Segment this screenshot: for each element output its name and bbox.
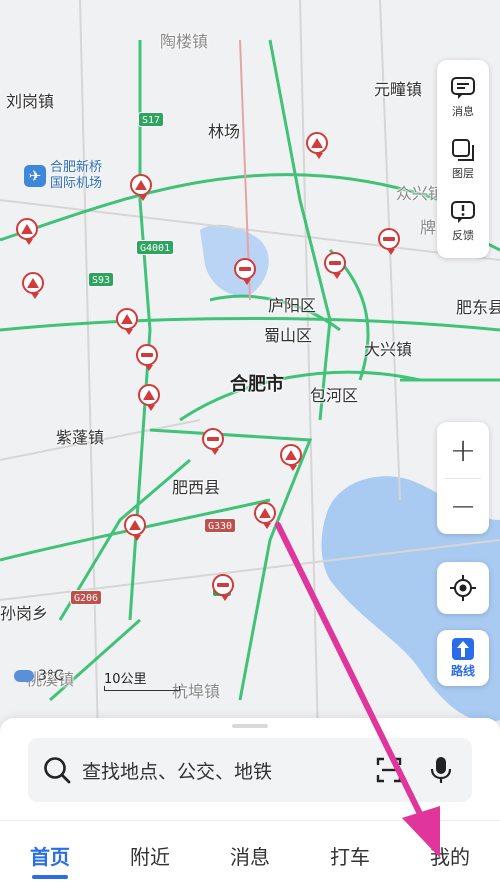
construction-alert-icon[interactable] [22,272,44,299]
road-closed-icon[interactable] [234,258,256,285]
construction-alert-icon[interactable] [130,174,152,201]
layers-label: 图层 [452,166,474,180]
search-bar[interactable]: 查找地点、公交、地铁 [28,738,472,802]
layers-button[interactable]: 图层 [437,128,489,190]
construction-alert-icon[interactable] [254,502,276,529]
message-icon [451,76,475,99]
tab-messages[interactable]: 消息 [200,821,300,889]
road-closed-icon[interactable] [202,428,224,455]
search-icon [44,757,71,784]
place-label: 刘岗镇 [6,92,55,111]
route-label: 路线 [450,663,475,678]
scale-label: 10公里 [104,672,147,687]
place-label: 陶楼镇 [160,32,209,51]
tab-nearby[interactable]: 附近 [100,821,200,889]
place-label: 大兴镇 [364,340,413,359]
zoom-in-button[interactable]: + [437,422,489,478]
crosshair-icon [450,575,476,601]
road-closed-icon[interactable] [212,574,234,601]
voice-button[interactable] [424,753,458,787]
tab-taxi[interactable]: 打车 [300,821,400,889]
airport-label: 合肥新桥 国际机场 [50,160,103,191]
place-label: 肥东县 [456,298,500,317]
feedback-icon [451,200,475,223]
temperature: 3°C [38,668,64,684]
scale-bar [104,686,180,691]
weather-widget[interactable]: 3°C [14,668,64,684]
city-label: 合肥市 [230,374,284,395]
zoom-out-button[interactable]: − [437,478,489,534]
road-closed-icon[interactable] [378,228,400,255]
map-view[interactable]: 刘岗镇 元疃镇 林场 庐阳区 蜀山区 合肥市 包河区 大兴镇 紫蓬镇 肥西县 肥… [0,0,500,820]
highway-shield: S93 [88,272,115,287]
messages-label: 消息 [452,104,474,118]
scan-icon [376,757,402,783]
zoom-divider [445,478,481,479]
airplane-icon: ✈ [24,165,46,187]
messages-button[interactable]: 消息 [437,66,489,128]
scan-button[interactable] [372,753,406,787]
highway-shield: S17 [138,112,165,127]
place-label: 林场 [208,122,241,141]
tab-home[interactable]: 首页 [0,821,100,889]
locate-button[interactable] [437,562,489,614]
place-label: 庐阳区 [268,296,317,315]
bottom-tab-bar: 首页 附近 消息 打车 我的 [0,820,500,889]
cloud-icon [14,670,34,682]
feedback-label: 反馈 [452,228,474,242]
highway-shield: G4001 [136,240,175,255]
drag-handle[interactable] [232,724,268,728]
route-arrow-icon [452,637,474,660]
construction-alert-icon[interactable] [16,218,38,245]
microphone-icon [430,757,452,783]
place-label: 包河区 [310,386,359,405]
feedback-button[interactable]: 反馈 [437,190,489,252]
construction-alert-icon[interactable] [306,132,328,159]
map-tools-panel: 消息 图层 反馈 [437,60,489,258]
bottom-sheet[interactable]: 查找地点、公交、地铁 [0,718,500,820]
construction-alert-icon[interactable] [124,514,146,541]
map-base [0,0,500,820]
airport-marker[interactable]: ✈ 合肥新桥 国际机场 [24,160,102,192]
tab-mine[interactable]: 我的 [400,821,500,889]
road-closed-icon[interactable] [324,252,346,279]
construction-alert-icon[interactable] [280,444,302,471]
place-label: 肥西县 [172,478,221,497]
layers-icon [452,138,474,161]
zoom-control: + − [437,422,489,534]
place-label: 蜀山区 [264,326,313,345]
place-label: 元疃镇 [374,80,423,99]
construction-alert-icon[interactable] [138,384,160,411]
highway-shield: G206 [70,590,103,605]
road-closed-icon[interactable] [136,344,158,371]
highway-shield: G330 [204,518,237,533]
map-scale: 10公里 [104,668,180,691]
route-button[interactable]: 路线 [437,630,489,686]
construction-alert-icon[interactable] [116,308,138,335]
place-label: 紫蓬镇 [56,428,105,447]
place-label: 孙岗乡 [0,604,49,623]
place-label: 牌 [420,218,437,237]
search-placeholder[interactable]: 查找地点、公交、地铁 [82,757,354,784]
